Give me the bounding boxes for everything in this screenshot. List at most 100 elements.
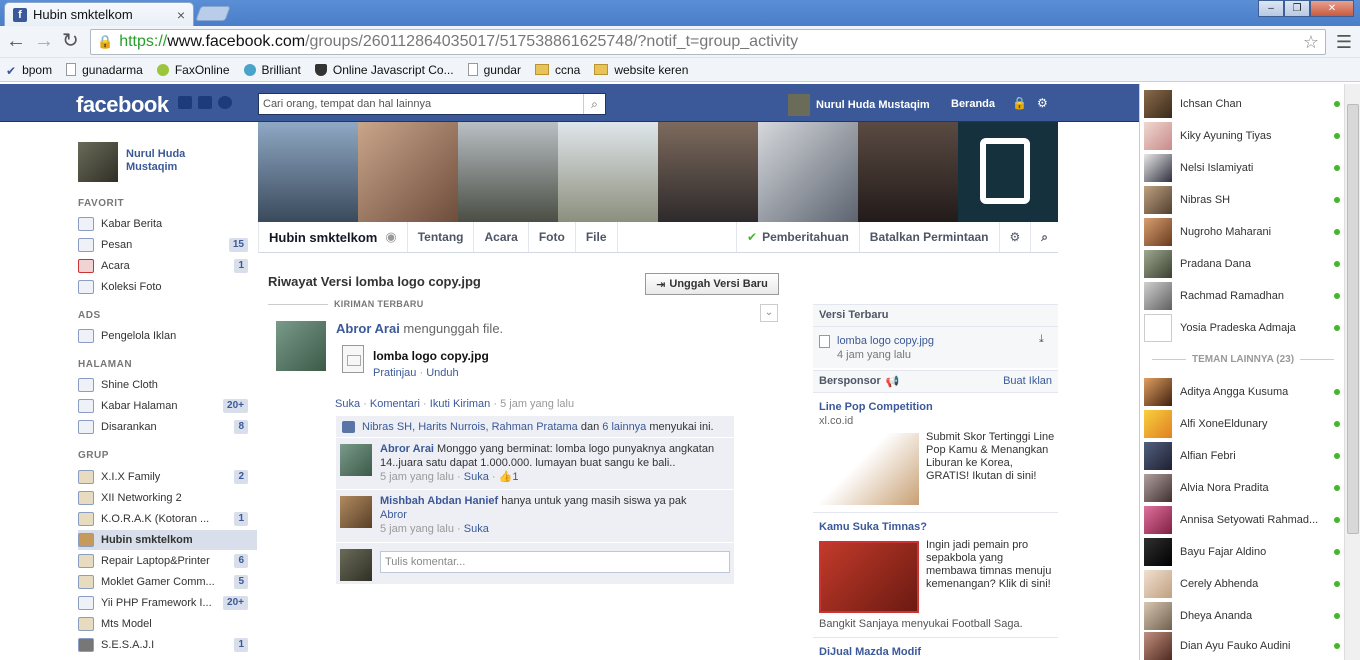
comment-timestamp[interactable]: 5 jam yang lalu (380, 471, 454, 483)
create-ad-link[interactable]: Buat Iklan (1003, 375, 1052, 388)
bookmark-gundar[interactable]: gundar (467, 63, 521, 77)
nav-item-group[interactable]: XII Networking 2 (78, 488, 248, 508)
latest-file-link[interactable]: lomba logo copy.jpg (837, 335, 934, 347)
nav-item-pengelola-iklan[interactable]: Pengelola Iklan (78, 326, 248, 346)
profile-link[interactable]: Nurul Huda Mustaqim (788, 94, 930, 116)
chat-friend[interactable]: Bayu Fajar Aldino (1144, 538, 1340, 566)
likes-others-link[interactable]: 6 lainnya (602, 421, 646, 433)
page-scrollbar[interactable] (1344, 84, 1360, 660)
friend-requests-icon[interactable] (178, 96, 192, 109)
preview-link[interactable]: Pratinjau (373, 367, 416, 379)
member-photo[interactable] (358, 122, 458, 222)
likers-links[interactable]: Nibras SH, Harits Nurrois, Rahman Pratam… (362, 421, 578, 433)
nav-item-shine-cloth[interactable]: Shine Cloth (78, 375, 248, 395)
avatar[interactable] (340, 496, 372, 528)
chat-friend[interactable]: Yosia Pradeska Admaja (1144, 314, 1340, 342)
post-timestamp[interactable]: 5 jam yang lalu (500, 398, 574, 410)
left-profile[interactable]: Nurul Huda Mustaqim (78, 142, 206, 182)
nav-item-kabar-halaman[interactable]: Kabar Halaman 20+ (78, 396, 248, 416)
home-link[interactable]: Beranda (951, 98, 995, 110)
nav-item-disarankan[interactable]: Disarankan 8 (78, 417, 248, 437)
nav-item-pesan[interactable]: Pesan 15 (78, 235, 248, 255)
close-window-button[interactable]: ✕ (1310, 0, 1354, 17)
browser-tab[interactable]: f Hubin smktelkom × (4, 2, 194, 26)
maximize-button[interactable]: ❐ (1284, 0, 1310, 17)
gear-icon[interactable]: ⚙ (1037, 96, 1048, 110)
ad-title[interactable]: Line Pop Competition (819, 401, 933, 413)
chat-friend[interactable]: Annisa Setyowati Rahmad... (1144, 506, 1340, 534)
messages-icon[interactable] (198, 96, 212, 109)
tab-acara[interactable]: Acara (474, 222, 529, 252)
bookmark-brilliant[interactable]: Brilliant (243, 63, 301, 77)
chat-friend[interactable]: Rachmad Ramadhan (1144, 282, 1340, 310)
like-link[interactable]: Suka (335, 398, 360, 410)
tab-file[interactable]: File (576, 222, 618, 252)
ad-image[interactable] (819, 541, 919, 613)
tab-tentang[interactable]: Tentang (408, 222, 475, 252)
follow-post-link[interactable]: Ikuti Kiriman (430, 398, 491, 410)
notifications-globe-icon[interactable] (218, 96, 232, 109)
chat-friend[interactable]: Ichsan Chan (1144, 90, 1340, 118)
search-input[interactable]: Cari orang, tempat dan hal lainnya ⌕ (258, 93, 606, 115)
comment-like-link[interactable]: Suka (464, 471, 489, 483)
avatar[interactable] (340, 444, 372, 476)
chat-friend[interactable]: Dheya Ananda (1144, 602, 1340, 630)
nav-item-group[interactable]: Repair Laptop&Printer 6 (78, 551, 248, 571)
ad-title[interactable]: Kamu Suka Timnas? (819, 521, 927, 533)
comment-author-link[interactable]: Abror Arai (380, 443, 434, 455)
bookmark-star-icon[interactable]: ☆ (1303, 30, 1319, 54)
nav-item-acara[interactable]: Acara 1 (78, 256, 248, 276)
nav-item-kabar-berita[interactable]: Kabar Berita (78, 214, 248, 234)
reload-icon[interactable]: ↻ (62, 31, 79, 51)
address-bar[interactable]: 🔒 https:// www.facebook.com /groups/2601… (90, 29, 1326, 55)
nav-item-group[interactable]: X.I.X Family 2 (78, 467, 248, 487)
bookmark-online-javascript[interactable]: Online Javascript Co... (314, 63, 454, 77)
back-arrow-icon[interactable]: ← (6, 31, 26, 51)
chat-friend[interactable]: Dian Ayu Fauko Audini (1144, 632, 1340, 660)
member-photo[interactable] (558, 122, 658, 222)
cancel-request-button[interactable]: Batalkan Permintaan (860, 222, 1000, 252)
chat-friend[interactable]: Alfian Febri (1144, 442, 1340, 470)
gear-icon[interactable]: ⚙ (1000, 222, 1032, 252)
notifications-button[interactable]: ✔ Pemberitahuan (736, 222, 860, 252)
privacy-lock-icon[interactable]: 🔒 (1012, 96, 1027, 110)
chat-friend[interactable]: Alvia Nora Pradita (1144, 474, 1340, 502)
bookmark-gunadarma[interactable]: gunadarma (66, 63, 143, 77)
download-icon[interactable]: ⤓ (1039, 333, 1044, 346)
avatar[interactable] (276, 321, 326, 371)
chat-friend[interactable]: Kiky Ayuning Tiyas (1144, 122, 1340, 150)
ad-title[interactable]: DiJual Mazda Modif (819, 646, 921, 658)
chevron-down-icon[interactable]: ⌄ (760, 304, 778, 322)
nav-item-group[interactable]: Yii PHP Framework I... 20+ (78, 593, 248, 613)
chrome-menu-icon[interactable]: ☰ (1336, 32, 1352, 53)
chat-friend[interactable]: Nibras SH (1144, 186, 1340, 214)
download-link[interactable]: Unduh (426, 367, 458, 379)
comment-like-link[interactable]: Suka (464, 523, 489, 535)
comment-timestamp[interactable]: 5 jam yang lalu (380, 523, 454, 535)
forward-arrow-icon[interactable]: → (34, 31, 54, 51)
minimize-button[interactable]: – (1258, 0, 1284, 17)
chat-friend[interactable]: Nelsi Islamiyati (1144, 154, 1340, 182)
nav-item-group[interactable]: S.E.S.A.J.I 1 (78, 635, 248, 655)
member-photo[interactable] (458, 122, 558, 222)
chat-friend[interactable]: Cerely Abhenda (1144, 570, 1340, 598)
chat-friend[interactable]: Pradana Dana (1144, 250, 1340, 278)
mention-link[interactable]: Abror (380, 509, 407, 521)
tab-foto[interactable]: Foto (529, 222, 576, 252)
nav-item-group[interactable]: Moklet Gamer Comm... 5 (78, 572, 248, 592)
scrollbar-thumb[interactable] (1347, 104, 1359, 534)
close-tab-icon[interactable]: × (177, 7, 185, 23)
member-photo[interactable] (258, 122, 358, 222)
bookmark-bpom[interactable]: ✔ bpom (6, 63, 52, 78)
nav-item-group-selected[interactable]: Hubin smktelkom (78, 530, 257, 550)
nav-item-koleksi-foto[interactable]: Koleksi Foto (78, 277, 248, 297)
upload-new-version-button[interactable]: ⇥ Unggah Versi Baru (645, 273, 779, 295)
comment-like-count[interactable]: 👍1 (499, 471, 519, 483)
nav-item-group[interactable]: K.O.R.A.K (Kotoran ... 1 (78, 509, 248, 529)
bookmark-faxonline[interactable]: FaxOnline (156, 63, 230, 77)
member-photo[interactable] (758, 122, 858, 222)
comment-input[interactable]: Tulis komentar... (380, 551, 730, 573)
comment-link[interactable]: Komentari (370, 398, 420, 410)
facebook-logo[interactable]: facebook (76, 92, 169, 118)
new-tab-button[interactable] (195, 6, 231, 21)
